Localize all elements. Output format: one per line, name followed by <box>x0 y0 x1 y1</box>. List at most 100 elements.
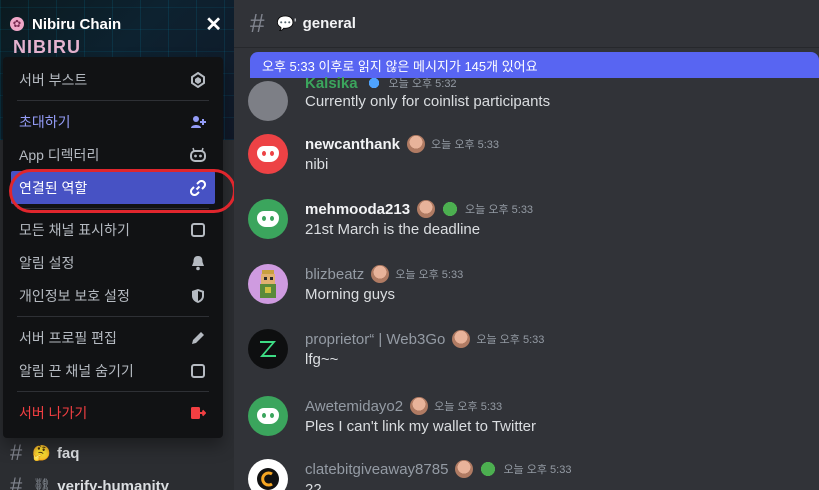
face-badge-icon <box>371 265 390 283</box>
hash-icon: # <box>10 473 23 490</box>
menu-notification-settings[interactable]: 알림 설정 <box>11 246 215 279</box>
avatar[interactable] <box>248 81 288 121</box>
server-logo: NIBIRU <box>13 37 81 57</box>
channel-emoji: ⛓ <box>32 478 52 490</box>
server-dropdown-menu: 서버 부스트 초대하기 App 디렉터리 연결된 역할 모든 채널 표시하기 알… <box>3 57 223 438</box>
menu-hide-muted-channels[interactable]: 알림 끈 채널 숨기기 <box>11 354 215 387</box>
face-badge-icon <box>417 200 436 218</box>
message-text: 21st March is the deadline <box>305 221 481 238</box>
face-badge-icon <box>410 397 429 415</box>
menu-separator <box>17 208 209 209</box>
message-text: 22 <box>305 481 322 490</box>
pixel-character-icon <box>260 270 276 298</box>
coin-logo-icon <box>257 468 279 490</box>
channel-emoji: 🤔 <box>32 445 51 462</box>
avatar[interactable] <box>248 459 288 490</box>
username[interactable]: blizbeatz <box>305 266 364 283</box>
pencil-icon <box>189 329 207 347</box>
menu-linked-roles[interactable]: 연결된 역할 <box>11 171 215 204</box>
timestamp: 오늘 오후 5:33 <box>465 204 534 216</box>
menu-label: 서버 나가기 <box>19 404 88 421</box>
message: proprietor“ | Web3Go 오늘 오후 5:33 lfg~~ <box>248 329 808 373</box>
menu-app-directory[interactable]: App 디렉터리 <box>11 138 215 171</box>
username[interactable]: clatebitgiveaway8785 <box>305 461 448 478</box>
channel-name: faq <box>56 444 80 462</box>
channel-name: verify-humanity <box>57 477 169 490</box>
menu-leave-server[interactable]: 서버 나가기 <box>11 396 215 429</box>
message: mehmooda213 오늘 오후 5:33 21st March is the… <box>248 199 808 243</box>
discord-logo-icon <box>257 408 279 424</box>
username[interactable]: Awetemidayo2 <box>305 398 403 415</box>
message-text: Morning guys <box>305 286 396 303</box>
menu-label: 개인정보 보호 설정 <box>19 287 130 304</box>
leave-icon <box>189 404 207 422</box>
discord-logo-icon <box>257 146 279 162</box>
chat-area: # 💬' general 오후 5:33 이후로 읽지 않은 메시지가 145개… <box>234 0 819 490</box>
timestamp: 오늘 오후 5:33 <box>503 464 572 476</box>
username[interactable]: newcanthank <box>305 136 400 153</box>
message: Awetemidayo2 오늘 오후 5:33 Ples I can't lin… <box>248 396 808 440</box>
link-icon <box>189 179 207 197</box>
unread-banner-text: 오후 5:33 이후로 읽지 않은 메시지가 145개 있어요 <box>262 58 538 74</box>
clover-badge-icon <box>479 460 498 478</box>
channel-title: general <box>302 15 356 32</box>
timestamp: 오늘 오후 5:33 <box>476 334 545 346</box>
menu-separator <box>17 391 209 392</box>
hash-icon: # <box>10 440 23 465</box>
server-name: Nibiru Chain <box>32 15 122 33</box>
hash-icon: # <box>250 8 265 38</box>
message: newcanthank 오늘 오후 5:33 nibi <box>248 134 808 178</box>
username[interactable]: Kalsika <box>305 75 358 92</box>
discord-app: ✿ Nibiru Chain ✕ NIBIRU # 🤔 faq # ⛓ veri… <box>0 0 819 490</box>
menu-label: 알림 끈 채널 숨기기 <box>19 362 134 379</box>
speech-bubble-icon: 💬' <box>276 15 297 31</box>
bot-icon <box>189 146 207 164</box>
message-text: Currently only for coinlist participants <box>305 93 551 110</box>
avatar[interactable] <box>248 134 288 174</box>
menu-show-all-channels[interactable]: 모든 채널 표시하기 <box>11 213 215 246</box>
channel-verify-humanity[interactable]: # ⛓ verify-humanity <box>10 473 169 490</box>
message-text: lfg~~ <box>305 351 339 368</box>
menu-separator <box>17 100 209 101</box>
message: blizbeatz 오늘 오후 5:33 Morning guys <box>248 264 808 308</box>
bell-icon <box>189 254 207 272</box>
avatar[interactable] <box>248 264 288 304</box>
server-sidebar: ✿ Nibiru Chain ✕ NIBIRU # 🤔 faq # ⛓ veri… <box>0 0 234 490</box>
invite-icon <box>189 113 207 131</box>
menu-edit-server-profile[interactable]: 서버 프로필 편집 <box>11 321 215 354</box>
username[interactable]: mehmooda213 <box>305 201 410 218</box>
avatar[interactable] <box>248 329 288 369</box>
discord-logo-icon <box>257 211 279 227</box>
menu-label: App 디렉터리 <box>19 146 100 163</box>
checkbox-icon[interactable] <box>189 221 207 239</box>
menu-label: 연결된 역할 <box>19 179 88 196</box>
timestamp: 오늘 오후 5:33 <box>434 401 503 413</box>
menu-label: 서버 부스트 <box>19 71 88 88</box>
menu-label: 초대하기 <box>19 113 71 130</box>
face-badge-icon <box>452 330 471 348</box>
menu-invite[interactable]: 초대하기 <box>11 105 215 138</box>
close-icon[interactable]: ✕ <box>205 12 222 37</box>
avatar[interactable] <box>248 199 288 239</box>
menu-label: 모든 채널 표시하기 <box>19 221 130 238</box>
username[interactable]: proprietor“ | Web3Go <box>305 331 445 348</box>
boost-icon <box>189 71 207 89</box>
z-logo-icon <box>260 341 276 357</box>
message: Kalsika 오늘 오후 5:32 Currently only for co… <box>248 74 808 125</box>
timestamp: 오늘 오후 5:33 <box>395 269 464 281</box>
server-icon: ✿ <box>10 17 24 31</box>
message-text: Ples I can't link my wallet to Twitter <box>305 418 536 435</box>
menu-separator <box>17 316 209 317</box>
menu-label: 알림 설정 <box>19 254 75 271</box>
shield-icon <box>189 287 207 305</box>
face-badge-icon <box>407 135 426 153</box>
avatar[interactable] <box>248 396 288 436</box>
timestamp: 오늘 오후 5:33 <box>431 139 500 151</box>
face-badge-icon <box>455 460 474 478</box>
menu-label: 서버 프로필 편집 <box>19 329 117 346</box>
menu-privacy-settings[interactable]: 개인정보 보호 설정 <box>11 279 215 312</box>
channel-faq[interactable]: # 🤔 faq <box>10 440 80 465</box>
checkbox-icon[interactable] <box>189 362 207 380</box>
role-badge-icon <box>364 74 383 92</box>
menu-server-boost[interactable]: 서버 부스트 <box>11 63 215 96</box>
